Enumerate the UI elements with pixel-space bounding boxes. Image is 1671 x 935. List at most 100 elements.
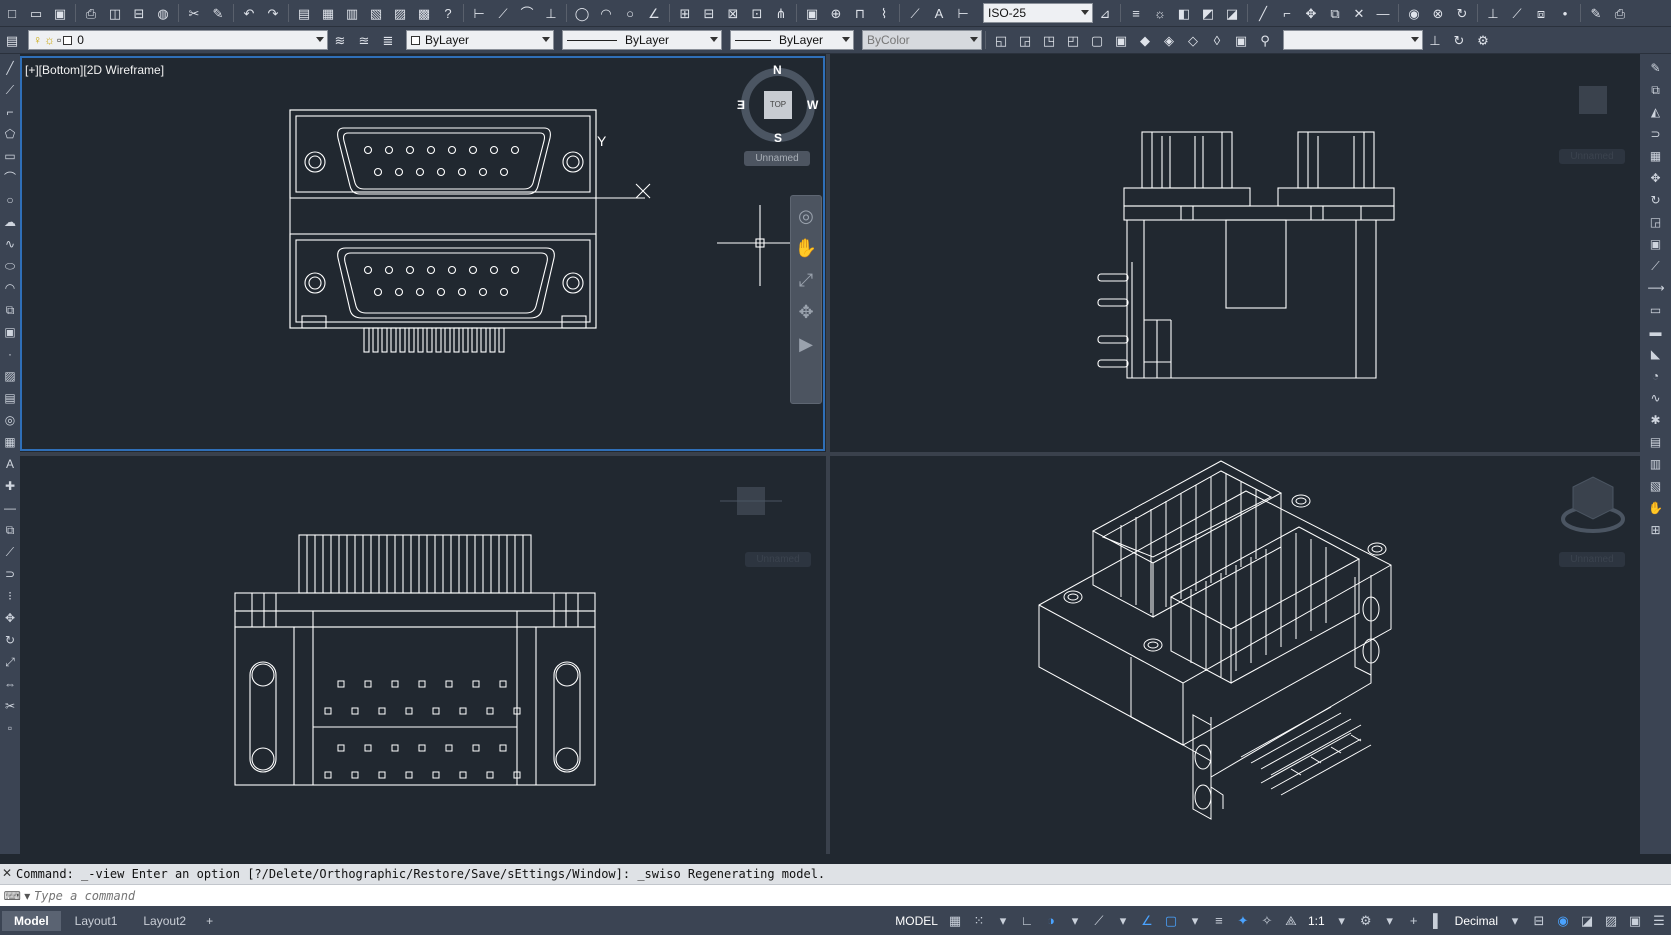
ordinate-icon[interactable]: ⊥ bbox=[541, 3, 561, 23]
plotstyle-select[interactable]: ByColor bbox=[862, 30, 982, 50]
osnap-icon[interactable]: ▢ bbox=[1162, 911, 1180, 931]
save-icon[interactable]: ▣ bbox=[50, 3, 70, 23]
hardware-icon[interactable]: ▨ bbox=[1602, 911, 1620, 931]
redo-icon[interactable]: ↷ bbox=[263, 3, 283, 23]
plot-icon[interactable]: ⎙ bbox=[81, 3, 101, 23]
extend-icon[interactable]: ⟶ bbox=[1648, 280, 1665, 296]
mirror-icon[interactable]: ⟋ bbox=[1507, 3, 1527, 23]
angular-icon[interactable]: ∠ bbox=[644, 3, 664, 23]
break-icon[interactable]: ⋔ bbox=[771, 3, 791, 23]
settings-icon[interactable]: ⚙ bbox=[1473, 30, 1493, 50]
cloud-icon[interactable]: ☁ bbox=[2, 214, 18, 230]
scale-icon[interactable]: ◲ bbox=[1648, 214, 1664, 230]
copy-icon[interactable]: ⧉ bbox=[1648, 82, 1664, 98]
dot-icon[interactable]: • bbox=[1555, 3, 1575, 23]
workspace-gear-icon[interactable]: ⚙ bbox=[1357, 911, 1375, 931]
jogged-linear-icon[interactable]: ⌇ bbox=[874, 3, 894, 23]
units-value[interactable]: Decimal bbox=[1450, 911, 1503, 931]
point-icon[interactable]: · bbox=[2, 346, 18, 362]
explode-icon[interactable]: ✱ bbox=[1648, 412, 1664, 428]
move-icon[interactable]: ✥ bbox=[2, 610, 18, 626]
tab-model[interactable]: Model bbox=[2, 910, 61, 931]
hand-icon[interactable]: ✋ bbox=[1648, 500, 1664, 516]
stretch-icon[interactable]: ▣ bbox=[1648, 236, 1664, 252]
grid-icon[interactable]: ▦ bbox=[946, 911, 964, 931]
inspect-icon[interactable]: ⊓ bbox=[850, 3, 870, 23]
layer-icon[interactable]: ≡ bbox=[1126, 3, 1146, 23]
iso-sw-icon[interactable]: ◇ bbox=[1183, 30, 1203, 50]
isolate-icon[interactable]: ◪ bbox=[1578, 911, 1596, 931]
preview-icon[interactable]: ◫ bbox=[105, 3, 125, 23]
lineweight-select[interactable]: ByLayer bbox=[730, 30, 854, 50]
autoscale-icon[interactable]: ✧ bbox=[1258, 911, 1276, 931]
make-current-icon[interactable]: ≋ bbox=[330, 30, 350, 50]
array-icon[interactable]: ⁝ bbox=[2, 588, 18, 604]
radius-icon[interactable]: ◯ bbox=[572, 3, 592, 23]
mtext-icon[interactable]: A bbox=[2, 456, 18, 472]
view-bottom-icon[interactable]: ◰ bbox=[1063, 30, 1083, 50]
zoom-icon[interactable]: ⚲ bbox=[1255, 30, 1275, 50]
polyline-icon[interactable]: ⌐ bbox=[2, 104, 18, 120]
ellipse-arc-icon[interactable]: ◠ bbox=[2, 280, 18, 296]
offset-icon[interactable]: ⊥ bbox=[1483, 3, 1503, 23]
properties-icon[interactable]: ▤ bbox=[294, 3, 314, 23]
freeze-icon[interactable]: ◧ bbox=[1174, 3, 1194, 23]
snap-icon[interactable]: ⁙ bbox=[970, 911, 988, 931]
update-icon[interactable]: ⊢ bbox=[953, 3, 973, 23]
chevron-down-icon[interactable]: ▾ bbox=[1506, 911, 1524, 931]
pen-icon[interactable]: ✎ bbox=[1586, 3, 1606, 23]
print-icon[interactable]: ⎙ bbox=[1610, 3, 1630, 23]
linetype-select[interactable]: ByLayer bbox=[562, 30, 722, 50]
sun-icon[interactable]: ☼ bbox=[1150, 3, 1170, 23]
erase-icon[interactable]: ⊗ bbox=[1428, 3, 1448, 23]
customize-menu-icon[interactable]: ☰ bbox=[1650, 911, 1668, 931]
cut-icon[interactable]: ✂ bbox=[184, 3, 204, 23]
viewcube[interactable]: N S E W TOP bbox=[737, 63, 819, 146]
plus-icon[interactable]: + bbox=[1405, 911, 1423, 931]
chevron-down-icon[interactable]: ▾ bbox=[1066, 911, 1084, 931]
mirror-icon[interactable]: ◭ bbox=[1648, 104, 1664, 120]
view-icon[interactable]: ◱ bbox=[991, 30, 1011, 50]
rotate-icon[interactable]: ↻ bbox=[1648, 192, 1664, 208]
group-icon[interactable]: ▧ bbox=[1648, 478, 1664, 494]
viewport-side[interactable]: Unnamed bbox=[831, 56, 1638, 451]
edit-dim-icon[interactable]: ⟋ bbox=[905, 3, 925, 23]
copy-icon[interactable]: ⧉ bbox=[2, 522, 18, 538]
viewport-splitter-horizontal[interactable] bbox=[20, 452, 1640, 456]
circle-icon[interactable]: ◉ bbox=[1404, 3, 1424, 23]
orbit-icon[interactable]: ↻ bbox=[1449, 30, 1469, 50]
spline-icon[interactable]: ∿ bbox=[2, 236, 18, 252]
dimstyle-select[interactable]: ISO-25 bbox=[983, 3, 1093, 23]
match-icon[interactable]: ✎ bbox=[208, 3, 228, 23]
arc-icon[interactable]: ⌒ bbox=[2, 170, 18, 186]
command-prompt-icon[interactable]: ⌨ ▾ bbox=[0, 889, 34, 903]
move-icon[interactable]: ✥ bbox=[1648, 170, 1664, 186]
view-left-icon[interactable]: ▢ bbox=[1087, 30, 1107, 50]
compass-north[interactable]: N bbox=[773, 63, 782, 77]
break-icon[interactable]: ▭ bbox=[1648, 302, 1664, 318]
named-view-select[interactable] bbox=[1283, 30, 1423, 50]
space-icon[interactable]: ⊡ bbox=[747, 3, 767, 23]
annotation-visibility-icon[interactable]: ✦ bbox=[1234, 911, 1252, 931]
mirror-icon[interactable]: ⟋ bbox=[2, 544, 18, 560]
ucs-icon[interactable]: ⊥ bbox=[1425, 30, 1445, 50]
ucs-menu[interactable]: Unnamed bbox=[744, 151, 810, 166]
sheet-set-icon[interactable]: ▧ bbox=[366, 3, 386, 23]
quick-properties-icon[interactable]: ⊟ bbox=[1530, 911, 1548, 931]
open-icon[interactable]: ▭ bbox=[26, 3, 46, 23]
make-block-icon[interactable]: ▣ bbox=[2, 324, 18, 340]
erase-icon[interactable]: — bbox=[2, 500, 18, 516]
lineweight-icon[interactable]: ≡ bbox=[1210, 911, 1228, 931]
chevron-down-icon[interactable]: ▾ bbox=[1381, 911, 1399, 931]
help-icon[interactable]: ? bbox=[438, 3, 458, 23]
compass-south[interactable]: S bbox=[774, 131, 782, 145]
viewport-front[interactable]: Unnamed bbox=[20, 457, 825, 852]
isodraft-icon[interactable]: ⟋ bbox=[1090, 911, 1108, 931]
command-input[interactable] bbox=[34, 888, 1671, 903]
orbit-icon[interactable]: ✥ bbox=[794, 300, 818, 324]
ucs-menu[interactable]: Unnamed bbox=[745, 552, 811, 567]
add-selected-icon[interactable]: ✚ bbox=[2, 478, 18, 494]
viewport-isometric[interactable]: Unnamed bbox=[831, 457, 1638, 852]
chevron-down-icon[interactable]: ▾ bbox=[1114, 911, 1132, 931]
pen-icon[interactable]: ✎ bbox=[1648, 60, 1664, 76]
